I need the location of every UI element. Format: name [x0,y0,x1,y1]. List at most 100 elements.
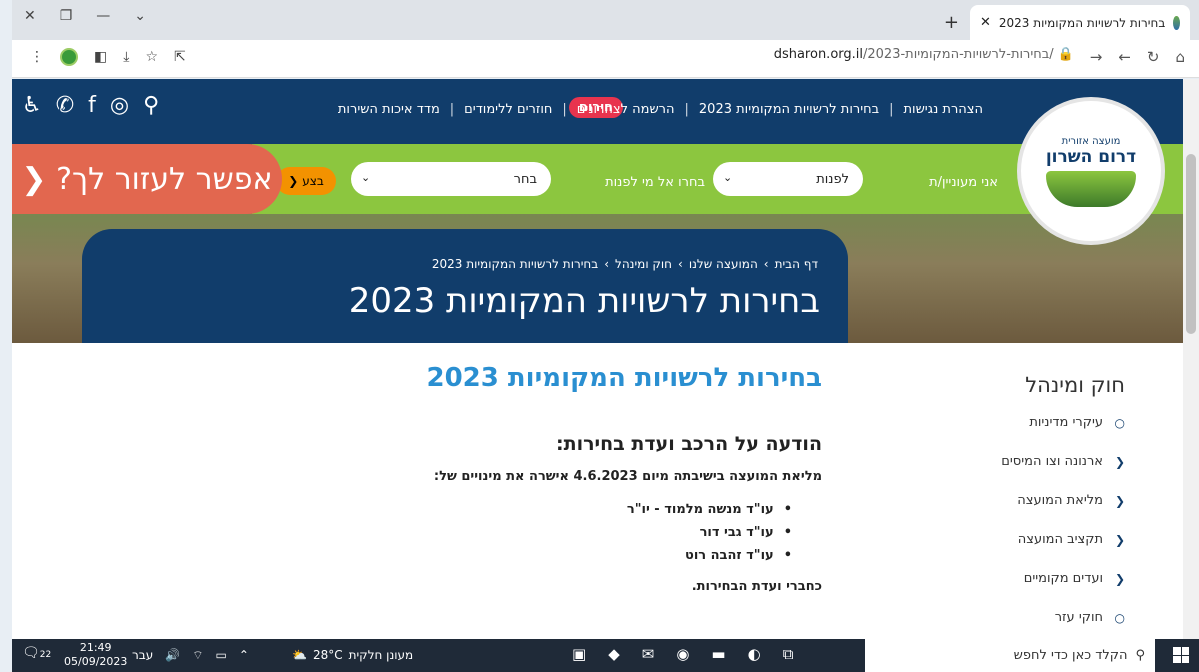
breadcrumb-item: בחירות לרשויות המקומיות 2023 [431,257,599,271]
circle-icon: ○ [1114,415,1125,430]
breadcrumb-item[interactable]: חוק ומינהל [615,257,672,271]
chevron-icon: ❮ [1114,493,1125,508]
search-placeholder: הקלד כאן כדי לחפש [1013,648,1128,663]
chevron-icon: ❮ [1114,532,1125,547]
recipient-select[interactable]: בחר ⌄ [351,162,551,196]
help-button[interactable]: אפשר לעזור לך? ❮ [12,144,282,214]
social-icons: ♿ ✆ f ◎ ⚲ [22,93,159,118]
clock-time: 21:49 [79,641,112,654]
windows-start-icon[interactable] [1173,647,1189,663]
sidebar-item[interactable]: ❮ ועדים מקומיים [872,571,1125,586]
bookmark-icon[interactable]: ☆ [145,49,158,65]
file-explorer-icon[interactable]: ▬ [711,645,725,663]
breadcrumb: דף הבית › המועצה שלנו › חוק ומינהל › בחירות… [431,257,818,271]
content-paragraph-2: כחברי ועדת הבחירות. [691,579,822,594]
close-window-icon[interactable]: ✕ [24,8,36,24]
tab-list-icon[interactable]: ⌄ [134,8,146,24]
powerpoint-icon[interactable]: ▣ [572,645,586,663]
language-indicator[interactable]: עבר [132,648,153,663]
help-label: אפשר לעזור לך? [56,161,273,197]
nav-link[interactable]: מדד איכות השירות [338,102,440,117]
notification-icon[interactable]: 🗨22 [22,645,51,661]
nav-links: הצהרת נגישות | בחירות לרשויות המקומיות 20… [337,102,983,117]
sidebar-item[interactable]: ❮ תקציב המועצה [872,532,1125,547]
window-controls: ✕ ❐ — ⌄ [24,8,146,24]
clock[interactable]: 21:49 05/09/2023 [64,641,127,669]
app-icon[interactable]: ◆ [608,645,620,663]
new-tab-button[interactable]: + [944,12,959,33]
main-content: בחירות לרשויות המקומיות 2023 הודעה על הר… [82,343,848,639]
sidebar-icon[interactable]: ◧ [94,49,107,65]
scrollbar-thumb[interactable] [1186,154,1196,334]
close-tab-icon[interactable]: ✕ [980,15,991,30]
logo-line2: דרום השרון [1045,146,1137,167]
minimize-icon[interactable]: — [96,8,110,24]
chevron-icon: ❮ [1114,454,1125,469]
nav-buttons: → ← ↻ ⌂ [1090,48,1185,66]
sidebar-item[interactable]: ○ עיקרי מדיניות [872,415,1125,430]
site-logo[interactable]: מועצה אזורית דרום השרון [1017,97,1165,245]
top-navigation: ♿ ✆ f ◎ ⚲ חירום הצהרת נגישות | בחירות לרש… [12,79,1183,144]
page-title-box: דף הבית › המועצה שלנו › חוק ומינהל › בחירות… [82,229,848,343]
instagram-icon[interactable]: ◎ [110,93,129,118]
sidebar-item-label: תקציב המועצה [1017,532,1103,547]
wifi-icon[interactable]: ⌔ [192,648,203,663]
facebook-icon[interactable]: f [88,93,96,118]
weather-icon: ⛅ [292,648,307,662]
weather-widget[interactable]: מעונן חלקית 28°C ⛅ [292,648,413,662]
search-icon[interactable]: ⚲ [143,93,159,118]
reload-icon[interactable]: ↻ [1147,48,1160,66]
select-value: בחר [513,171,537,187]
browser-tab[interactable]: בחירות לרשויות המקומיות 2023 ✕ [970,5,1190,40]
profile-avatar[interactable] [60,48,78,66]
nav-link[interactable]: חוזרים ללימודים [464,102,552,117]
task-view-icon[interactable]: ⧉ [783,645,794,663]
taskbar-apps: ▣ ◆ ✉ ◉ ▬ ◐ ⧉ [572,645,793,663]
clock-date: 05/09/2023 [64,655,128,668]
breadcrumb-item[interactable]: המועצה שלנו [689,257,758,271]
url-field[interactable]: dsharon.org.il/בחירות-לרשויות-המקומיות-2… [774,47,1074,62]
contact-type-select[interactable]: לפנות ⌄ [713,162,863,196]
finder-label-2: בחרו אל מי לפנות [605,175,705,190]
battery-icon[interactable]: ▭ [215,648,226,663]
restore-icon[interactable]: ❐ [60,8,73,24]
share-icon[interactable]: ⇱ [174,49,186,65]
circle-icon: ○ [1114,610,1125,625]
outlook-icon[interactable]: ✉ [642,645,655,663]
go-label: בצע [302,174,324,188]
sidebar: חוק ומינהל ○ עיקרי מדיניות ❮ ארנונה וצו המ… [872,343,1183,639]
forward-icon[interactable]: → [1090,48,1103,66]
download-icon[interactable]: ⤓ [123,49,129,65]
nav-link[interactable]: בחירות לרשויות המקומיות 2023 [699,102,879,117]
sidebar-item[interactable]: ❮ מליאת המועצה [872,493,1125,508]
taskbar-search[interactable]: ⚲ הקלד כאן כדי לחפש [865,639,1155,672]
go-button[interactable]: בצע ❮ [276,167,336,195]
breadcrumb-item[interactable]: דף הבית [775,257,818,271]
menu-icon[interactable]: ⋮ [30,49,44,65]
nav-link[interactable]: הצהרת נגישות [904,102,983,117]
whatsapp-icon[interactable]: ✆ [56,93,74,118]
sidebar-item-label: ארנונה וצו המיסים [1001,454,1103,469]
chrome-icon[interactable]: ◉ [676,645,689,663]
sidebar-title: חוק ומינהל [1025,373,1125,397]
taskbar: 🗨22 21:49 05/09/2023 עבר 🔊 ⌔ ▭ ⌃ מעונן חל… [12,639,1199,672]
favicon-icon [1173,15,1180,30]
home-icon[interactable]: ⌂ [1175,48,1185,66]
back-icon[interactable]: ← [1118,48,1131,66]
select-value: לפנות [816,171,849,187]
chevron-down-icon: ⌄ [723,171,733,184]
sidebar-item-label: ועדים מקומיים [1023,571,1103,586]
sidebar-item[interactable]: ❮ ארנונה וצו המיסים [872,454,1125,469]
volume-icon[interactable]: 🔊 [165,648,180,663]
content-heading: בחירות לרשויות המקומיות 2023 [426,363,822,393]
address-bar-row: ⋮ ◧ ⤓ ☆ ⇱ dsharon.org.il/בחירות-לרשויות-… [12,40,1199,78]
tray-expand-icon[interactable]: ⌃ [239,648,249,663]
edge-icon[interactable]: ◐ [748,645,761,663]
page-scrollbar[interactable] [1183,79,1199,639]
content-paragraph: מליאת המועצה בישיבתה מיום 4.6.2023 אישרה… [433,469,822,484]
url-host: dsharon.org.il [773,47,863,62]
nav-link[interactable]: הרשמה לצהרונים [577,102,675,117]
accessibility-icon[interactable]: ♿ [22,93,42,118]
web-page: ♿ ✆ f ◎ ⚲ חירום הצהרת נגישות | בחירות לרש… [12,79,1183,639]
sidebar-item[interactable]: ○ חוקי עזר [872,610,1125,625]
